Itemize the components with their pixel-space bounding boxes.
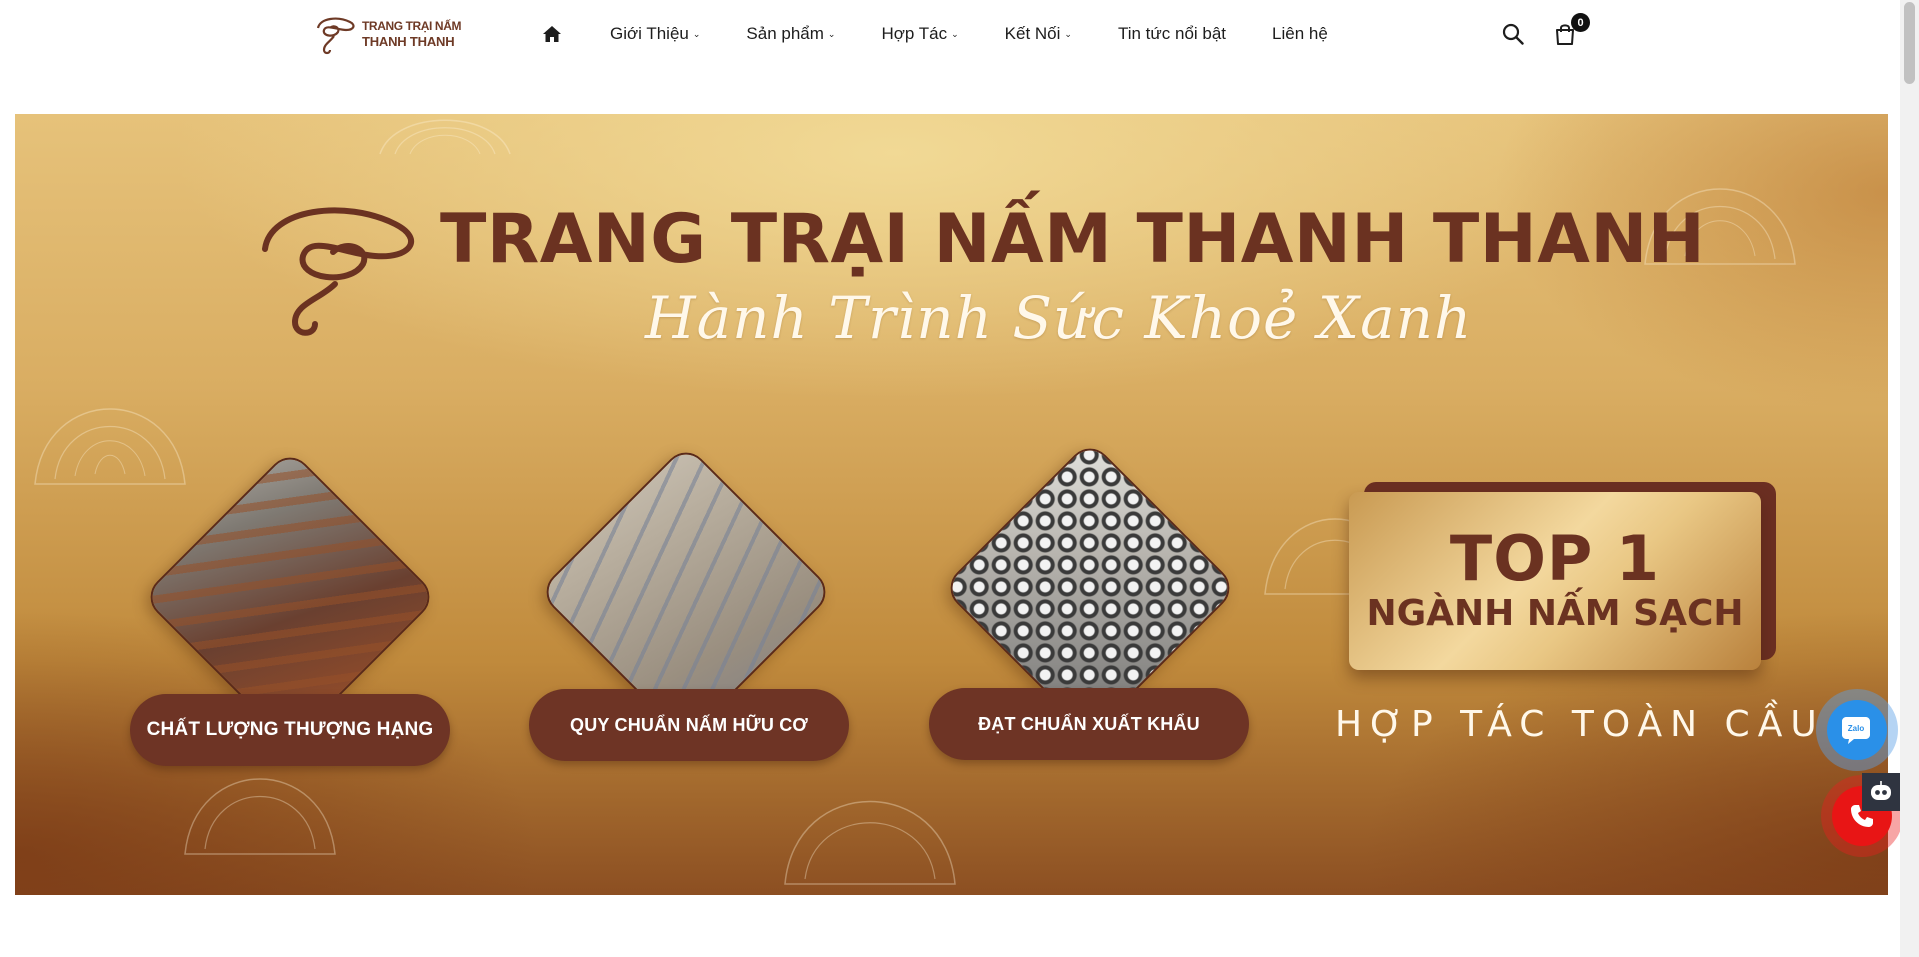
- logo-line-1: TRANG TRẠI NẤM: [362, 19, 462, 33]
- farm-photo-3: [941, 439, 1239, 737]
- mushroom-pattern-icon: [34, 408, 186, 485]
- global-cooperation-text: HỢP TÁC TOÀN CẦU: [1335, 704, 1825, 745]
- search-button[interactable]: [1500, 21, 1526, 47]
- nav-item-label: Tin tức nổi bật: [1117, 24, 1227, 43]
- banner-title: TRANG TRẠI NẤM THANH THANH: [440, 200, 1706, 279]
- nav-item-hop-tac[interactable]: Hợp Tác ⌄: [881, 24, 958, 44]
- farm-photo-1: [141, 448, 439, 746]
- organic-pill[interactable]: QUY CHUẨN NẤM HỮU CƠ: [529, 689, 849, 761]
- search-icon: [1502, 23, 1524, 45]
- home-icon: [543, 26, 561, 42]
- nav-item-label: Kết Nối: [1004, 24, 1061, 43]
- page-scrollbar[interactable]: [1900, 0, 1919, 957]
- export-pill[interactable]: ĐẠT CHUẨN XUẤT KHẨU: [929, 688, 1249, 760]
- zalo-icon: Zalo: [1827, 700, 1887, 760]
- top-1-card: TOP 1 NGÀNH NẤM SẠCH: [1349, 492, 1761, 670]
- quality-pill[interactable]: CHẤT LƯỢNG THƯỢNG HẠNG: [130, 694, 450, 766]
- nav-item-label: Liên hệ: [1272, 24, 1328, 43]
- logo-text: TRANG TRẠI NẤM THANH THANH: [362, 18, 461, 50]
- nav-item-label: Sản phẩm: [746, 24, 824, 43]
- farm-photo-2: [537, 443, 835, 741]
- nav-item-tin-tuc[interactable]: Tin tức nổi bật: [1118, 24, 1226, 44]
- header-actions: 0: [1500, 13, 1590, 54]
- nav-item-lien-he[interactable]: Liên hệ: [1272, 24, 1328, 44]
- hero-banner[interactable]: TRANG TRẠI NẤM THANH THANH Hành Trình Sứ…: [15, 114, 1888, 895]
- site-logo[interactable]: TRANG TRẠI NẤM THANH THANH: [312, 12, 462, 56]
- zalo-chat-button[interactable]: Zalo: [1816, 689, 1898, 771]
- chatbot-icon: [1871, 781, 1891, 800]
- nav-item-label: Giới Thiệu: [610, 24, 689, 43]
- top-card-caption: NGÀNH NẤM SẠCH: [1366, 593, 1744, 634]
- chevron-down-icon: ⌄: [692, 29, 701, 39]
- zalo-label: Zalo: [1848, 724, 1865, 733]
- nav-item-ket-noi[interactable]: Kết Nối ⌄: [1005, 24, 1072, 44]
- nav-home[interactable]: [540, 22, 564, 46]
- chevron-down-icon: ⌄: [951, 29, 959, 39]
- brand-emblem-icon: [262, 207, 414, 336]
- main-nav: Giới Thiệu ⌄ Sản phẩm ⌄ Hợp Tác ⌄ Kết Nố…: [540, 0, 1328, 68]
- banner-tagline: Hành Trình Sức Khoẻ Xanh: [645, 284, 1473, 352]
- mushroom-logo-icon: [316, 17, 355, 55]
- cart-count-badge: 0: [1571, 13, 1590, 32]
- chatbot-button[interactable]: [1862, 773, 1900, 811]
- top-card-rank: TOP 1: [1449, 522, 1661, 595]
- chevron-down-icon: ⌄: [1064, 29, 1072, 39]
- nav-item-gioi-thieu[interactable]: Giới Thiệu ⌄: [610, 24, 700, 44]
- chevron-down-icon: ⌄: [827, 29, 836, 39]
- logo-line-2: THANH THANH: [362, 34, 455, 49]
- nav-item-san-pham[interactable]: Sản phẩm ⌄: [746, 24, 835, 44]
- site-header: TRANG TRẠI NẤM THANH THANH Giới Thiệu ⌄ …: [0, 0, 1900, 68]
- mushroom-pattern-icon: [379, 119, 511, 155]
- nav-item-label: Hợp Tác: [881, 24, 948, 43]
- cart-button[interactable]: 0: [1552, 13, 1590, 47]
- scrollbar-thumb[interactable]: [1904, 2, 1915, 84]
- mushroom-pattern-icon: [784, 800, 956, 885]
